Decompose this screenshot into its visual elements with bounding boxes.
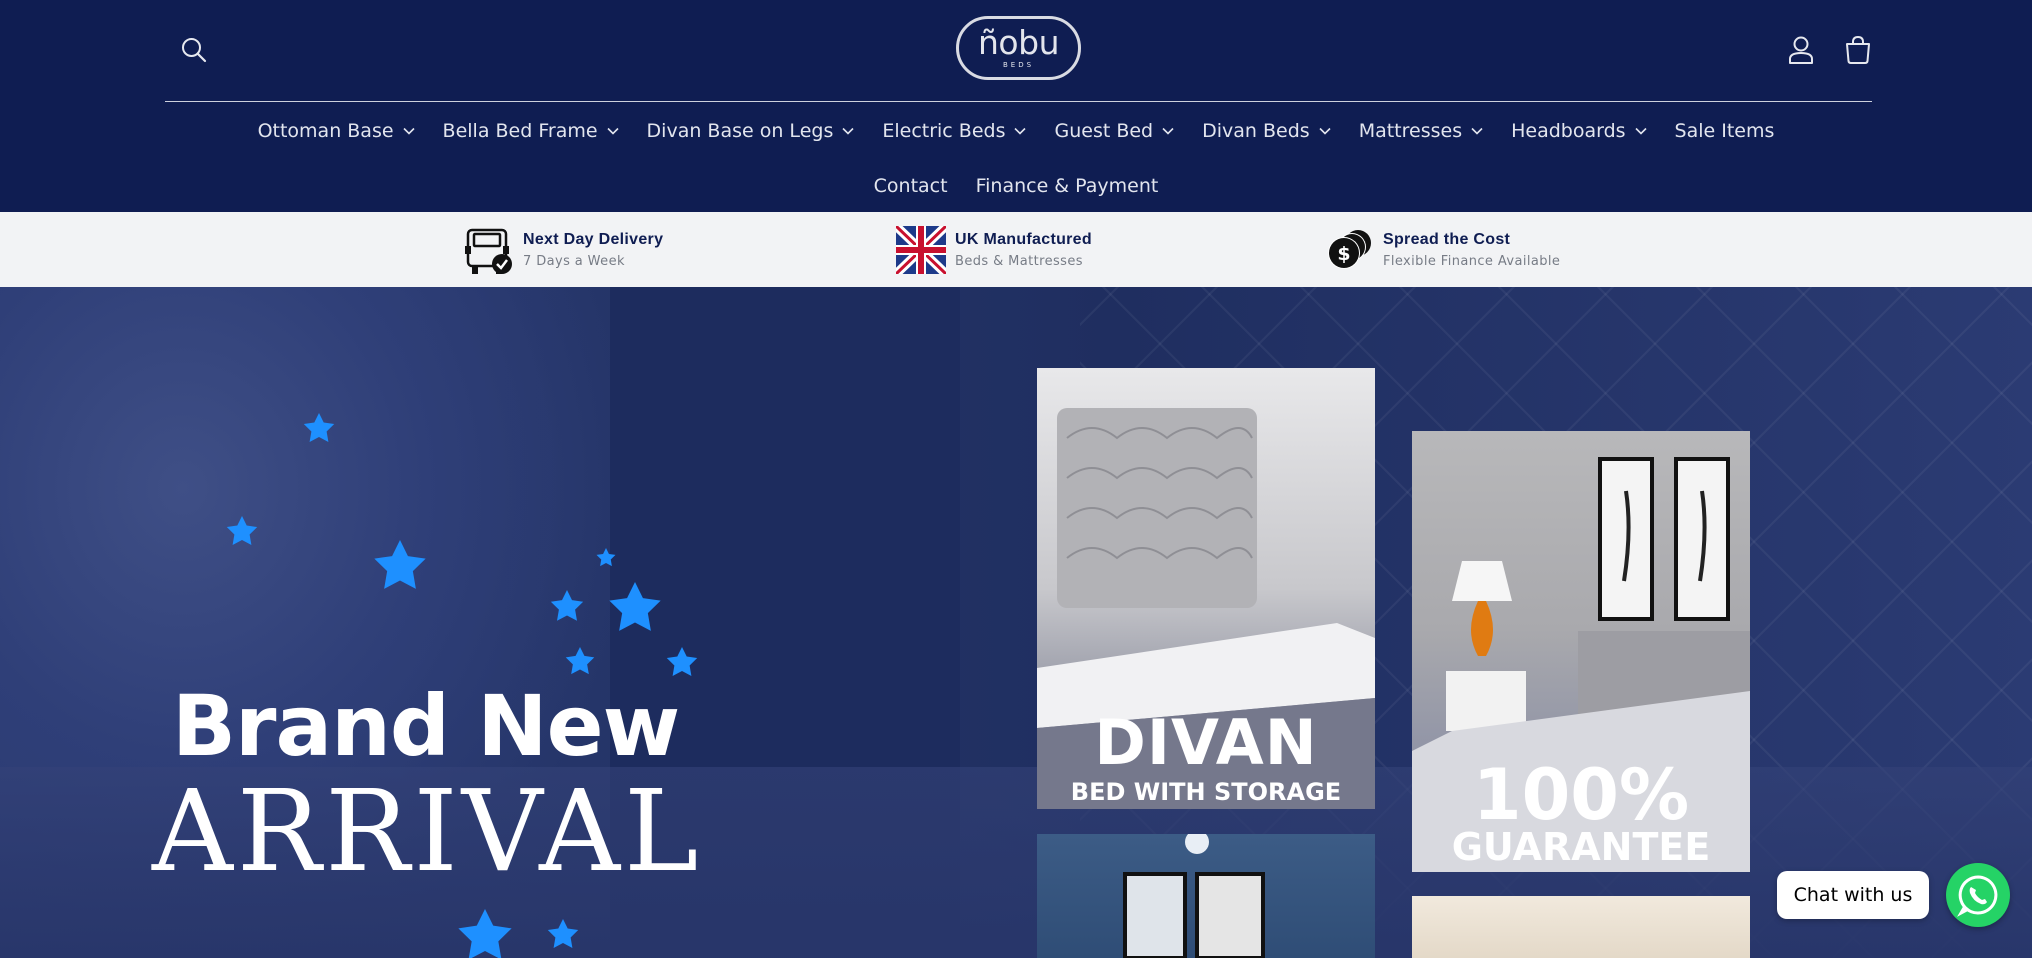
star-icon [666,647,698,676]
chevron-down-icon [1319,127,1331,135]
account-button[interactable] [1779,28,1823,72]
tile-mattress-cream[interactable] [1412,896,1750,958]
usp-delivery: Next Day Delivery 7 Days a Week [463,224,663,276]
van-icon [463,224,515,276]
usp-spread-cost: $ Spread the Cost Flexible Finance Avail… [1323,224,1560,276]
nav-item-divan-beds[interactable]: Divan Beds [1188,120,1345,142]
tile-divan-title: DIVAN [1094,706,1318,779]
nav-item-finance-payment[interactable]: Finance & Payment [962,175,1173,197]
star-icon [596,548,616,567]
brand-logo[interactable]: ñobu BEDS [956,16,1081,80]
star-icon [374,540,426,589]
usp-title: Spread the Cost [1383,231,1511,248]
hero-subheadline: ARRIVAL [152,767,703,897]
hero-banner[interactable]: Brand New ARRIVAL DIVAN BED WITH STORAGE [0,287,2032,958]
blue-room-illustration [1123,834,1265,958]
usp-subtitle: Beds & Mattresses [955,254,1083,269]
logo-wordmark: ñobu [978,22,1059,62]
nav-item-bella-bed-frame[interactable]: Bella Bed Frame [429,120,633,142]
nav-item-label: Ottoman Base [257,120,394,142]
nav-item-mattresses[interactable]: Mattresses [1345,120,1497,142]
nav-item-label: Divan Beds [1202,120,1310,142]
chevron-down-icon [1014,127,1027,135]
nav-item-label: Sale Items [1674,120,1775,142]
nav-item-divan-base-on-legs[interactable]: Divan Base on Legs [633,120,869,142]
nav-item-label: Guest Bed [1054,120,1154,142]
cart-icon [1846,35,1870,64]
svg-text:$: $ [1337,243,1350,265]
logo-subtitle: BEDS [1002,60,1035,69]
chevron-down-icon [402,127,415,135]
site-header: ñobu BEDS Ottoman Base Bella Bed Frame D… [0,0,2032,212]
tile-guarantee-title: 100% [1472,754,1690,836]
chevron-down-icon [842,127,854,135]
nav-item-label: Bella Bed Frame [442,120,598,142]
usp-title: Next Day Delivery [523,231,664,248]
tile-divan-subtitle: BED WITH STORAGE [1070,778,1342,806]
nav-item-label: Divan Base on Legs [646,120,834,142]
usp-subtitle: Flexible Finance Available [1383,254,1561,269]
chevron-down-icon [1471,127,1483,135]
chat-with-us-button[interactable]: Chat with us [1777,871,1929,919]
nav-item-label: Finance & Payment [975,175,1159,197]
usp-title: UK Manufactured [955,231,1092,248]
nav-item-label: Electric Beds [882,120,1006,142]
chevron-down-icon [1634,127,1647,135]
tile-divan-bed[interactable]: DIVAN BED WITH STORAGE [1037,368,1375,809]
secondary-nav: Contact Finance & Payment [0,167,2032,205]
search-icon [182,38,207,63]
star-icon [565,647,595,675]
tile-bedroom-blue[interactable] [1037,834,1375,958]
whatsapp-button[interactable] [1946,863,2010,927]
user-icon [1789,36,1813,64]
main-nav: Ottoman Base Bella Bed Frame Divan Base … [0,112,2032,150]
nav-item-label: Headboards [1511,120,1626,142]
header-divider [165,101,1872,102]
chevron-down-icon [1162,127,1174,135]
usp-uk-manufactured: UK Manufactured Beds & Mattresses [895,224,1092,276]
nav-item-contact[interactable]: Contact [860,175,962,197]
search-button[interactable] [172,28,216,72]
star-icon [547,919,579,948]
star-icon [458,909,512,958]
nav-item-electric-beds[interactable]: Electric Beds [868,120,1040,142]
coins-icon: $ [1323,224,1375,276]
usp-bar: Next Day Delivery 7 Days a Week UK Manuf… [0,212,2032,287]
nav-item-guest-bed[interactable]: Guest Bed [1040,120,1188,142]
hero-headline: Brand New [172,677,680,775]
star-icon [226,516,258,545]
star-icon [303,413,335,442]
tile-guarantee-subtitle: GUARANTEE [1451,825,1711,869]
nav-item-headboards[interactable]: Headboards [1497,120,1660,142]
nav-item-sale-items[interactable]: Sale Items [1661,120,1789,142]
usp-subtitle: 7 Days a Week [523,254,625,269]
star-icon [550,590,584,621]
whatsapp-icon [1957,875,1998,917]
nav-item-label: Mattresses [1358,120,1463,142]
cart-button[interactable] [1836,28,1880,72]
union-jack-icon [895,224,947,276]
chevron-down-icon [606,127,619,135]
tile-guarantee[interactable]: 100% GUARANTEE [1412,431,1750,872]
nav-item-label: Contact [873,175,948,197]
star-icon [609,582,661,631]
nav-item-ottoman-base[interactable]: Ottoman Base [244,120,429,142]
